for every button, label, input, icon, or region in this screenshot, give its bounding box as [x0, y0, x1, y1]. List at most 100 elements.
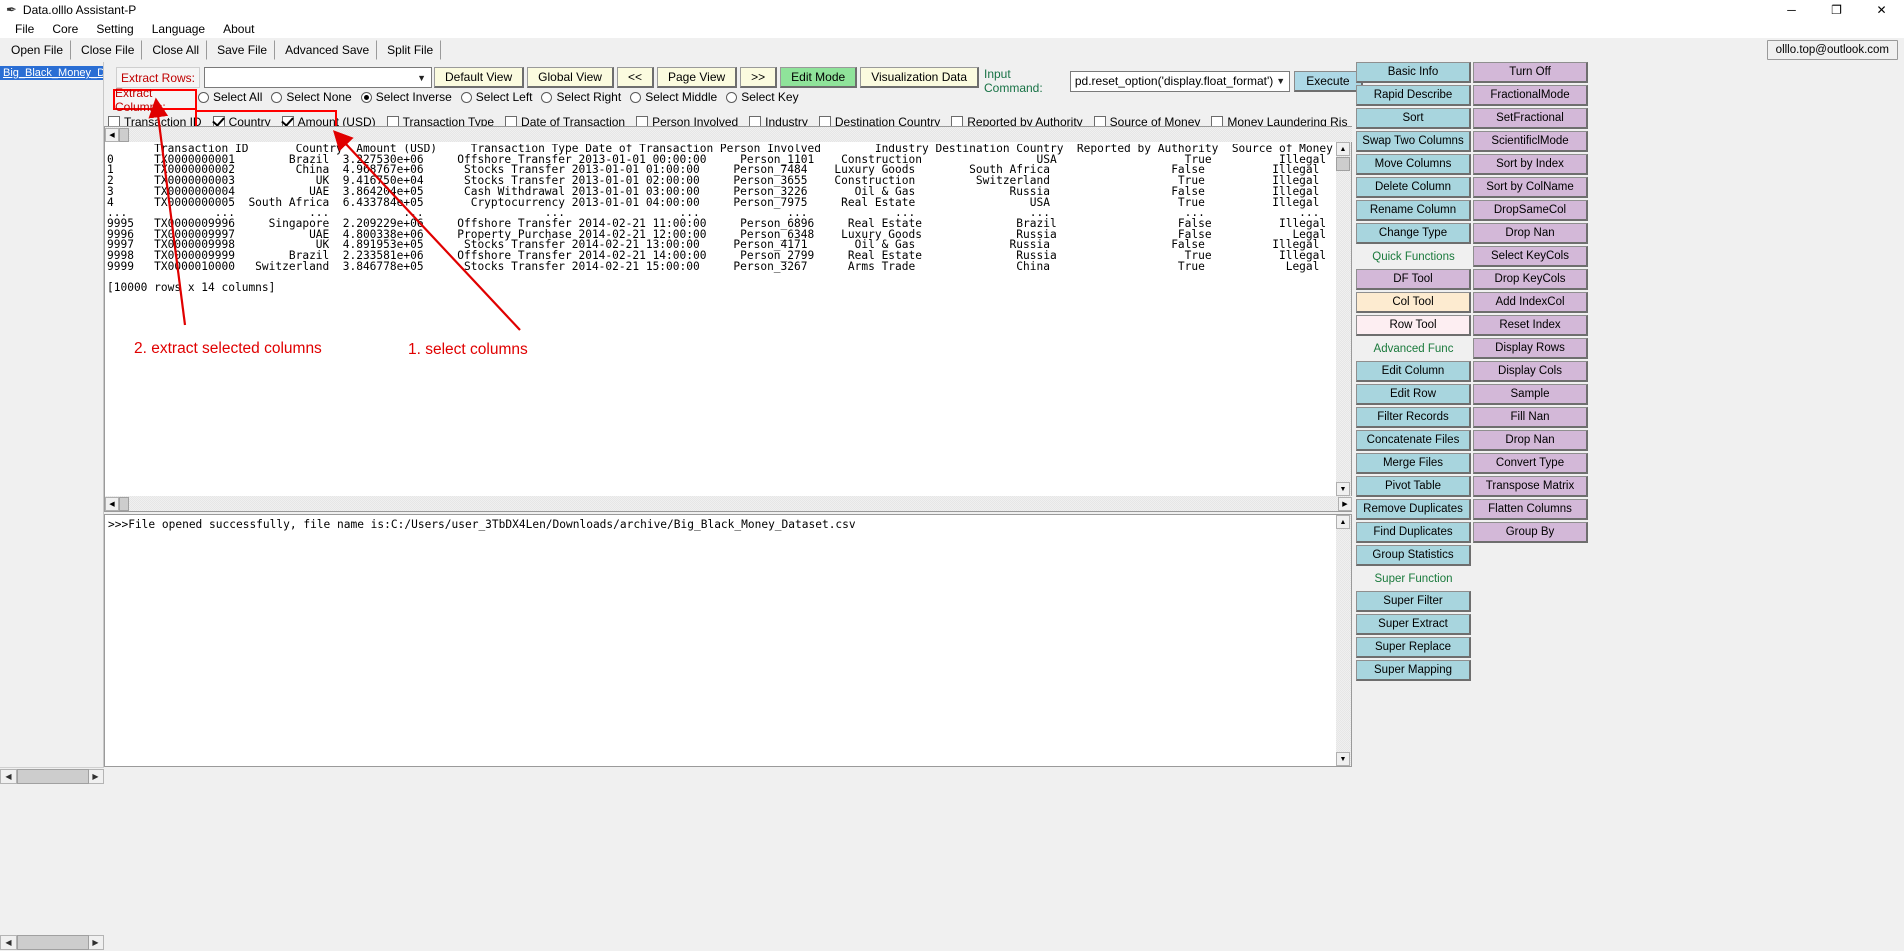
- console-vscrollbar[interactable]: ▲ ▼: [1336, 515, 1351, 766]
- sidebar-button-basic-info[interactable]: Basic Info: [1356, 62, 1471, 83]
- sidebar-button-col-tool[interactable]: Col Tool: [1356, 292, 1471, 313]
- split-file-button[interactable]: Split File: [379, 40, 442, 60]
- close-icon[interactable]: ✕: [1859, 0, 1904, 20]
- window-scroll-trough[interactable]: [17, 935, 89, 950]
- sidebar-button-drop-nan[interactable]: Drop Nan: [1473, 430, 1588, 451]
- sidebar-button-super-filter[interactable]: Super Filter: [1356, 591, 1471, 612]
- menu-item-setting[interactable]: Setting: [87, 20, 142, 38]
- execute-button[interactable]: Execute: [1294, 70, 1363, 92]
- window-scroll-thumb[interactable]: [17, 935, 89, 950]
- sidebar-button-sample[interactable]: Sample: [1473, 384, 1588, 405]
- sidebar-button-super-mapping[interactable]: Super Mapping: [1356, 660, 1471, 681]
- sidebar-button-edit-row[interactable]: Edit Row: [1356, 384, 1471, 405]
- sidebar-button-turn-off[interactable]: Turn Off: [1473, 62, 1588, 83]
- sidebar-button-rapid-describe[interactable]: Rapid Describe: [1356, 85, 1471, 106]
- sidebar-button-pivot-table[interactable]: Pivot Table: [1356, 476, 1471, 497]
- sidebar-button-swap-two-columns[interactable]: Swap Two Columns: [1356, 131, 1471, 152]
- menu-item-language[interactable]: Language: [143, 20, 214, 38]
- sidebar-button-fill-nan[interactable]: Fill Nan: [1473, 407, 1588, 428]
- sidebar-button-scientificlmode[interactable]: ScientificlMode: [1473, 131, 1588, 152]
- sidebar-button-display-rows[interactable]: Display Rows: [1473, 338, 1588, 359]
- menu-item-about[interactable]: About: [214, 20, 263, 38]
- dataframe-hscroll-thumb[interactable]: [119, 127, 129, 142]
- sidebar-button-dropsamecol[interactable]: DropSameCol: [1473, 200, 1588, 221]
- radio-select-inverse[interactable]: Select Inverse: [360, 90, 452, 104]
- scroll-right-icon[interactable]: ▶: [1338, 496, 1352, 511]
- sidebar-button-sort[interactable]: Sort: [1356, 108, 1471, 129]
- sidebar-button-flatten-columns[interactable]: Flatten Columns: [1473, 499, 1588, 520]
- radio-select-middle[interactable]: Select Middle: [630, 90, 717, 104]
- sidebar-button-move-columns[interactable]: Move Columns: [1356, 154, 1471, 175]
- dataframe-vscrollbar[interactable]: ▲ ▼: [1336, 142, 1351, 496]
- sidebar-button-reset-index[interactable]: Reset Index: [1473, 315, 1588, 336]
- chevron-down-icon[interactable]: ▼: [1276, 72, 1285, 91]
- extract-rows-combobox[interactable]: ▼: [204, 67, 432, 88]
- sidebar-button-df-tool[interactable]: DF Tool: [1356, 269, 1471, 290]
- file-tab-scroll-thumb[interactable]: [17, 768, 89, 784]
- radio-select-all[interactable]: Select All: [198, 90, 262, 104]
- sidebar-button-row-tool[interactable]: Row Tool: [1356, 315, 1471, 336]
- dataframe-top-hscrollbar[interactable]: ◀: [105, 127, 1352, 142]
- scroll-left-icon[interactable]: ◀: [105, 127, 119, 142]
- save-file-button[interactable]: Save File: [209, 40, 276, 60]
- dataframe-bottom-hscrollbar[interactable]: ◀ ▶: [105, 496, 1352, 511]
- sidebar-button-convert-type[interactable]: Convert Type: [1473, 453, 1588, 474]
- sidebar-button-setfractional[interactable]: SetFractional: [1473, 108, 1588, 129]
- sidebar-button-super-extract[interactable]: Super Extract: [1356, 614, 1471, 635]
- scroll-left-icon[interactable]: ◀: [0, 768, 17, 784]
- menu-item-file[interactable]: File: [6, 20, 43, 38]
- sidebar-button-edit-column[interactable]: Edit Column: [1356, 361, 1471, 382]
- radio-select-left[interactable]: Select Left: [460, 90, 532, 104]
- account-email-button[interactable]: olllo.top@outlook.com: [1766, 40, 1898, 60]
- radio-select-key[interactable]: Select Key: [726, 90, 799, 104]
- sidebar-button-merge-files[interactable]: Merge Files: [1356, 453, 1471, 474]
- scroll-down-icon[interactable]: ▼: [1336, 482, 1350, 496]
- file-tab-scroll-trough[interactable]: [17, 768, 89, 784]
- sidebar-button-group-statistics[interactable]: Group Statistics: [1356, 545, 1471, 566]
- scroll-right-icon[interactable]: ▶: [87, 768, 104, 784]
- sidebar-button-drop-nan[interactable]: Drop Nan: [1473, 223, 1588, 244]
- radio-select-none[interactable]: Select None: [271, 90, 352, 104]
- file-tab-big-black-money[interactable]: Big_Black_Money_Data: [0, 66, 103, 80]
- visualization-data-button[interactable]: Visualization Data: [860, 67, 980, 88]
- sidebar-button-select-keycols[interactable]: Select KeyCols: [1473, 246, 1588, 267]
- close-all-button[interactable]: Close All: [144, 40, 208, 60]
- scroll-right-icon[interactable]: ▶: [87, 935, 104, 950]
- sidebar-button-sort-by-index[interactable]: Sort by Index: [1473, 154, 1588, 175]
- scroll-down-icon[interactable]: ▼: [1336, 752, 1350, 766]
- dataframe-bottom-hscroll-thumb[interactable]: [119, 496, 129, 511]
- sidebar-button-group-by[interactable]: Group By: [1473, 522, 1588, 543]
- scroll-up-icon[interactable]: ▲: [1336, 515, 1350, 529]
- prev-page-button[interactable]: <<: [616, 67, 654, 88]
- sidebar-button-drop-keycols[interactable]: Drop KeyCols: [1473, 269, 1588, 290]
- global-view-button[interactable]: Global View: [527, 67, 614, 88]
- scroll-left-icon[interactable]: ◀: [105, 496, 119, 511]
- scroll-up-icon[interactable]: ▲: [1336, 142, 1350, 156]
- sidebar-button-find-duplicates[interactable]: Find Duplicates: [1356, 522, 1471, 543]
- sidebar-button-concatenate-files[interactable]: Concatenate Files: [1356, 430, 1471, 451]
- default-view-button[interactable]: Default View: [434, 67, 525, 88]
- sidebar-button-super-replace[interactable]: Super Replace: [1356, 637, 1471, 658]
- close-file-button[interactable]: Close File: [73, 40, 143, 60]
- sidebar-button-remove-duplicates[interactable]: Remove Duplicates: [1356, 499, 1471, 520]
- command-input[interactable]: pd.reset_option('display.float_format') …: [1069, 70, 1291, 92]
- menu-item-core[interactable]: Core: [43, 20, 87, 38]
- minimize-icon[interactable]: ─: [1769, 0, 1814, 20]
- sidebar-button-delete-column[interactable]: Delete Column: [1356, 177, 1471, 198]
- page-view-button[interactable]: Page View: [657, 67, 738, 88]
- advanced-save-button[interactable]: Advanced Save: [277, 40, 378, 60]
- sidebar-button-change-type[interactable]: Change Type: [1356, 223, 1471, 244]
- sidebar-button-transpose-matrix[interactable]: Transpose Matrix: [1473, 476, 1588, 497]
- sidebar-button-filter-records[interactable]: Filter Records: [1356, 407, 1471, 428]
- dataframe-vscroll-thumb[interactable]: [1336, 157, 1350, 171]
- next-page-button[interactable]: >>: [740, 67, 778, 88]
- window-bottom-hscrollbar[interactable]: ◀ ▶: [0, 934, 104, 951]
- radio-select-right[interactable]: Select Right: [541, 90, 621, 104]
- maximize-icon[interactable]: ❐: [1814, 0, 1859, 20]
- sidebar-button-add-indexcol[interactable]: Add IndexCol: [1473, 292, 1588, 313]
- sidebar-button-fractionalmode[interactable]: FractionalMode: [1473, 85, 1588, 106]
- sidebar-button-sort-by-colname[interactable]: Sort by ColName: [1473, 177, 1588, 198]
- file-tab-hscrollbar[interactable]: ◀ ▶: [0, 767, 104, 784]
- sidebar-button-rename-column[interactable]: Rename Column: [1356, 200, 1471, 221]
- edit-mode-button[interactable]: Edit Mode: [780, 67, 858, 88]
